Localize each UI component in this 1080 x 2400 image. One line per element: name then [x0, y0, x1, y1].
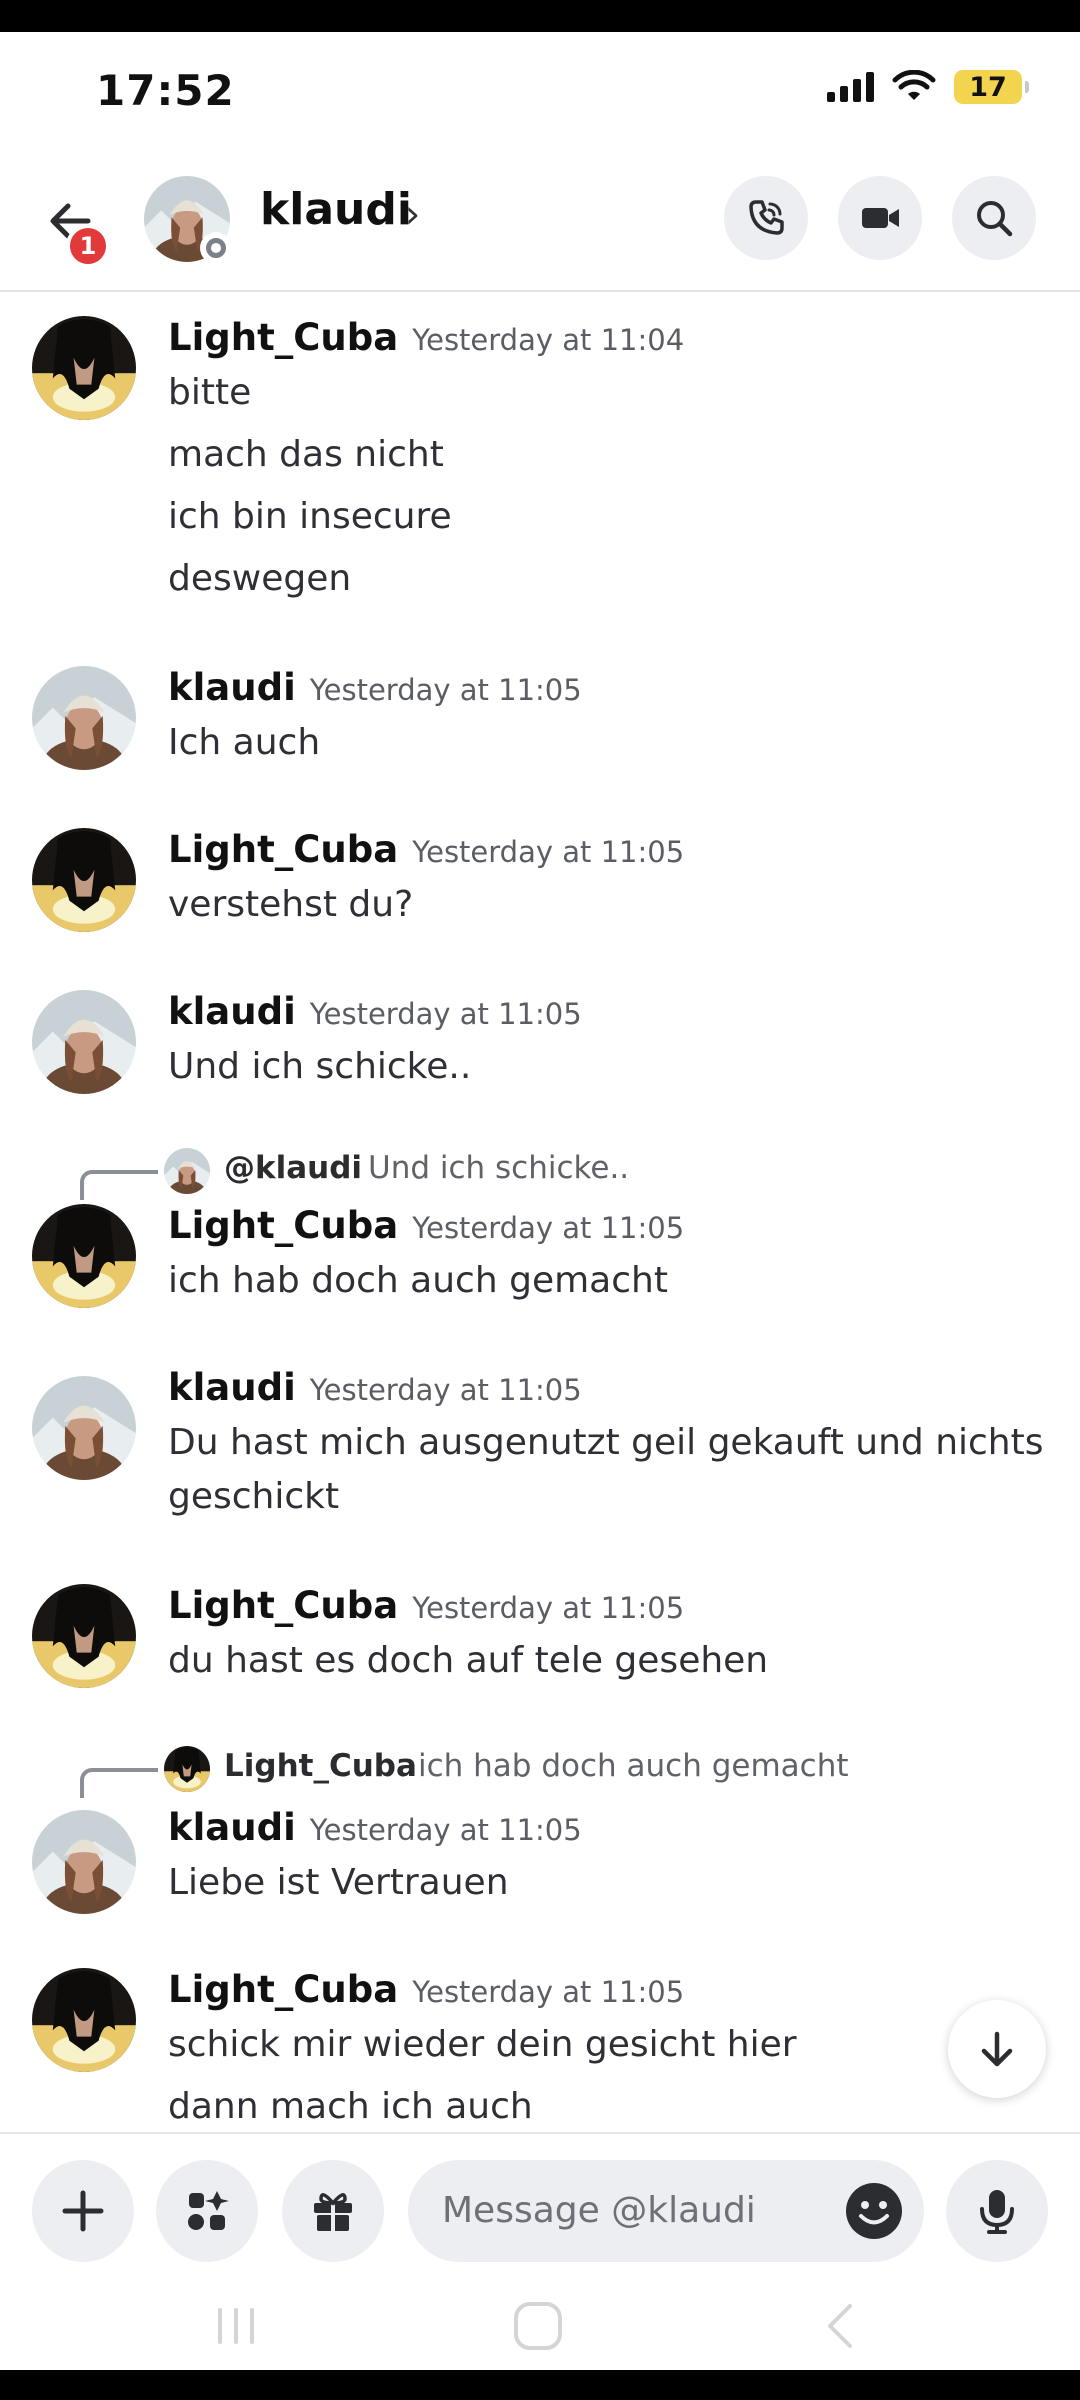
apps-icon	[188, 2191, 229, 2230]
status-time: 17:52	[96, 66, 235, 115]
message-author: Light_Cuba Yesterday at 11:05	[168, 1584, 685, 1627]
avatar[interactable]	[32, 1376, 136, 1480]
message-author: klaudi Yesterday at 11:05	[168, 666, 582, 709]
avatar[interactable]	[32, 1810, 136, 1914]
video-call-icon	[862, 208, 899, 228]
message-timestamp: Yesterday at 11:05	[309, 673, 582, 707]
chevron-right-icon[interactable]: ›	[405, 192, 420, 236]
reply-text: Und ich schicke..	[368, 1150, 630, 1186]
avatar	[164, 1746, 210, 1792]
avatar[interactable]	[32, 666, 136, 770]
message-list[interactable]: Light_Cuba Yesterday at 11:04 bitte mach …	[0, 294, 1080, 2132]
message-text: dann mach ich auch	[168, 2086, 533, 2127]
message-author: Light_Cuba Yesterday at 11:05	[168, 1204, 685, 1247]
offline-status-icon	[200, 232, 232, 264]
avatar[interactable]	[32, 1584, 136, 1688]
message-timestamp: Yesterday at 11:05	[309, 1813, 582, 1847]
voice-call-icon	[749, 200, 784, 235]
plus-icon	[62, 2190, 104, 2232]
reply-preview[interactable]: Light_Cuba ich hab doch auch gemacht	[0, 1740, 1080, 1798]
avatar[interactable]	[32, 1204, 136, 1308]
gift-icon	[314, 2193, 352, 2231]
avatar[interactable]	[32, 828, 136, 932]
nav-back-icon[interactable]	[814, 2298, 870, 2354]
reply-author: Light_Cuba	[224, 1748, 417, 1784]
message-text: Ich auch	[168, 722, 321, 763]
reply-text: ich hab doch auch gemacht	[418, 1748, 849, 1784]
battery-icon: 17	[954, 70, 1029, 104]
message-text: ich hab doch auch gemacht	[168, 1260, 668, 1301]
cellular-signal-icon	[827, 72, 874, 102]
message-input[interactable]: Message @klaudi	[408, 2160, 924, 2262]
emoji-icon[interactable]	[844, 2181, 904, 2241]
message-text: Liebe ist Vertrauen	[168, 1862, 509, 1903]
message-text: verstehst du?	[168, 884, 414, 925]
avatar[interactable]	[32, 1968, 136, 2072]
message-text: mach das nicht	[168, 434, 444, 475]
message-timestamp: Yesterday at 11:05	[309, 1373, 582, 1407]
reply-preview[interactable]: @klaudi Und ich schicke..	[0, 1142, 1080, 1200]
battery-level: 17	[969, 71, 1007, 103]
message-timestamp: Yesterday at 11:05	[412, 1211, 685, 1245]
message-text: Und ich schicke..	[168, 1046, 472, 1087]
message-text: geschickt	[168, 1476, 340, 1517]
message-timestamp: Yesterday at 11:04	[412, 323, 685, 357]
message-text: bitte	[168, 372, 252, 413]
message-text: deswegen	[168, 558, 352, 599]
voice-message-button[interactable]	[946, 2160, 1048, 2262]
avatar[interactable]	[32, 990, 136, 1094]
message-timestamp: Yesterday at 11:05	[309, 997, 582, 1031]
contact-name[interactable]: klaudi	[260, 184, 412, 235]
message-author: Light_Cuba Yesterday at 11:05	[168, 1968, 685, 2011]
message-timestamp: Yesterday at 11:05	[412, 1975, 685, 2009]
message-author: klaudi Yesterday at 11:05	[168, 1366, 582, 1409]
message-text: ich bin insecure	[168, 496, 452, 537]
arrow-down-icon	[981, 2031, 1013, 2067]
avatar[interactable]	[32, 316, 136, 420]
search-button[interactable]	[952, 176, 1036, 260]
unread-badge: 1	[66, 224, 110, 268]
reply-spine	[80, 1768, 158, 1798]
jump-to-bottom-button[interactable]	[948, 2000, 1046, 2098]
message-timestamp: Yesterday at 11:05	[412, 835, 685, 869]
apps-button[interactable]	[156, 2160, 258, 2262]
microphone-icon	[980, 2190, 1014, 2234]
video-call-button[interactable]	[838, 176, 922, 260]
message-author: klaudi Yesterday at 11:05	[168, 1806, 582, 1849]
top-black-bar	[0, 0, 1080, 32]
reply-author: @klaudi	[224, 1150, 363, 1186]
avatar	[164, 1148, 210, 1194]
message-timestamp: Yesterday at 11:05	[412, 1591, 685, 1625]
gift-button[interactable]	[282, 2160, 384, 2262]
bottom-black-bar	[0, 2370, 1080, 2400]
message-input-placeholder: Message @klaudi	[442, 2190, 756, 2231]
conversation-header: 1 klaudi ›	[0, 152, 1080, 292]
status-bar: 17:52 17	[0, 32, 1080, 152]
reply-spine	[80, 1170, 158, 1200]
status-icons: 17	[827, 70, 1029, 104]
message-author: klaudi Yesterday at 11:05	[168, 990, 582, 1033]
search-icon	[977, 201, 1013, 237]
system-navigation-bar	[0, 2284, 1080, 2370]
message-author: Light_Cuba Yesterday at 11:05	[168, 828, 685, 871]
wifi-icon	[892, 70, 936, 100]
recent-apps-icon[interactable]	[208, 2298, 264, 2354]
message-composer: Message @klaudi	[0, 2132, 1080, 2282]
message-text: Du hast mich ausgenutzt geil gekauft und…	[168, 1422, 1044, 1463]
message-author: Light_Cuba Yesterday at 11:04	[168, 316, 685, 359]
message-text: schick mir wieder dein gesicht hier	[168, 2024, 797, 2065]
message-text: du hast es doch auf tele gesehen	[168, 1640, 769, 1681]
add-attachment-button[interactable]	[32, 2160, 134, 2262]
voice-call-button[interactable]	[724, 176, 808, 260]
home-icon[interactable]	[510, 2298, 566, 2354]
